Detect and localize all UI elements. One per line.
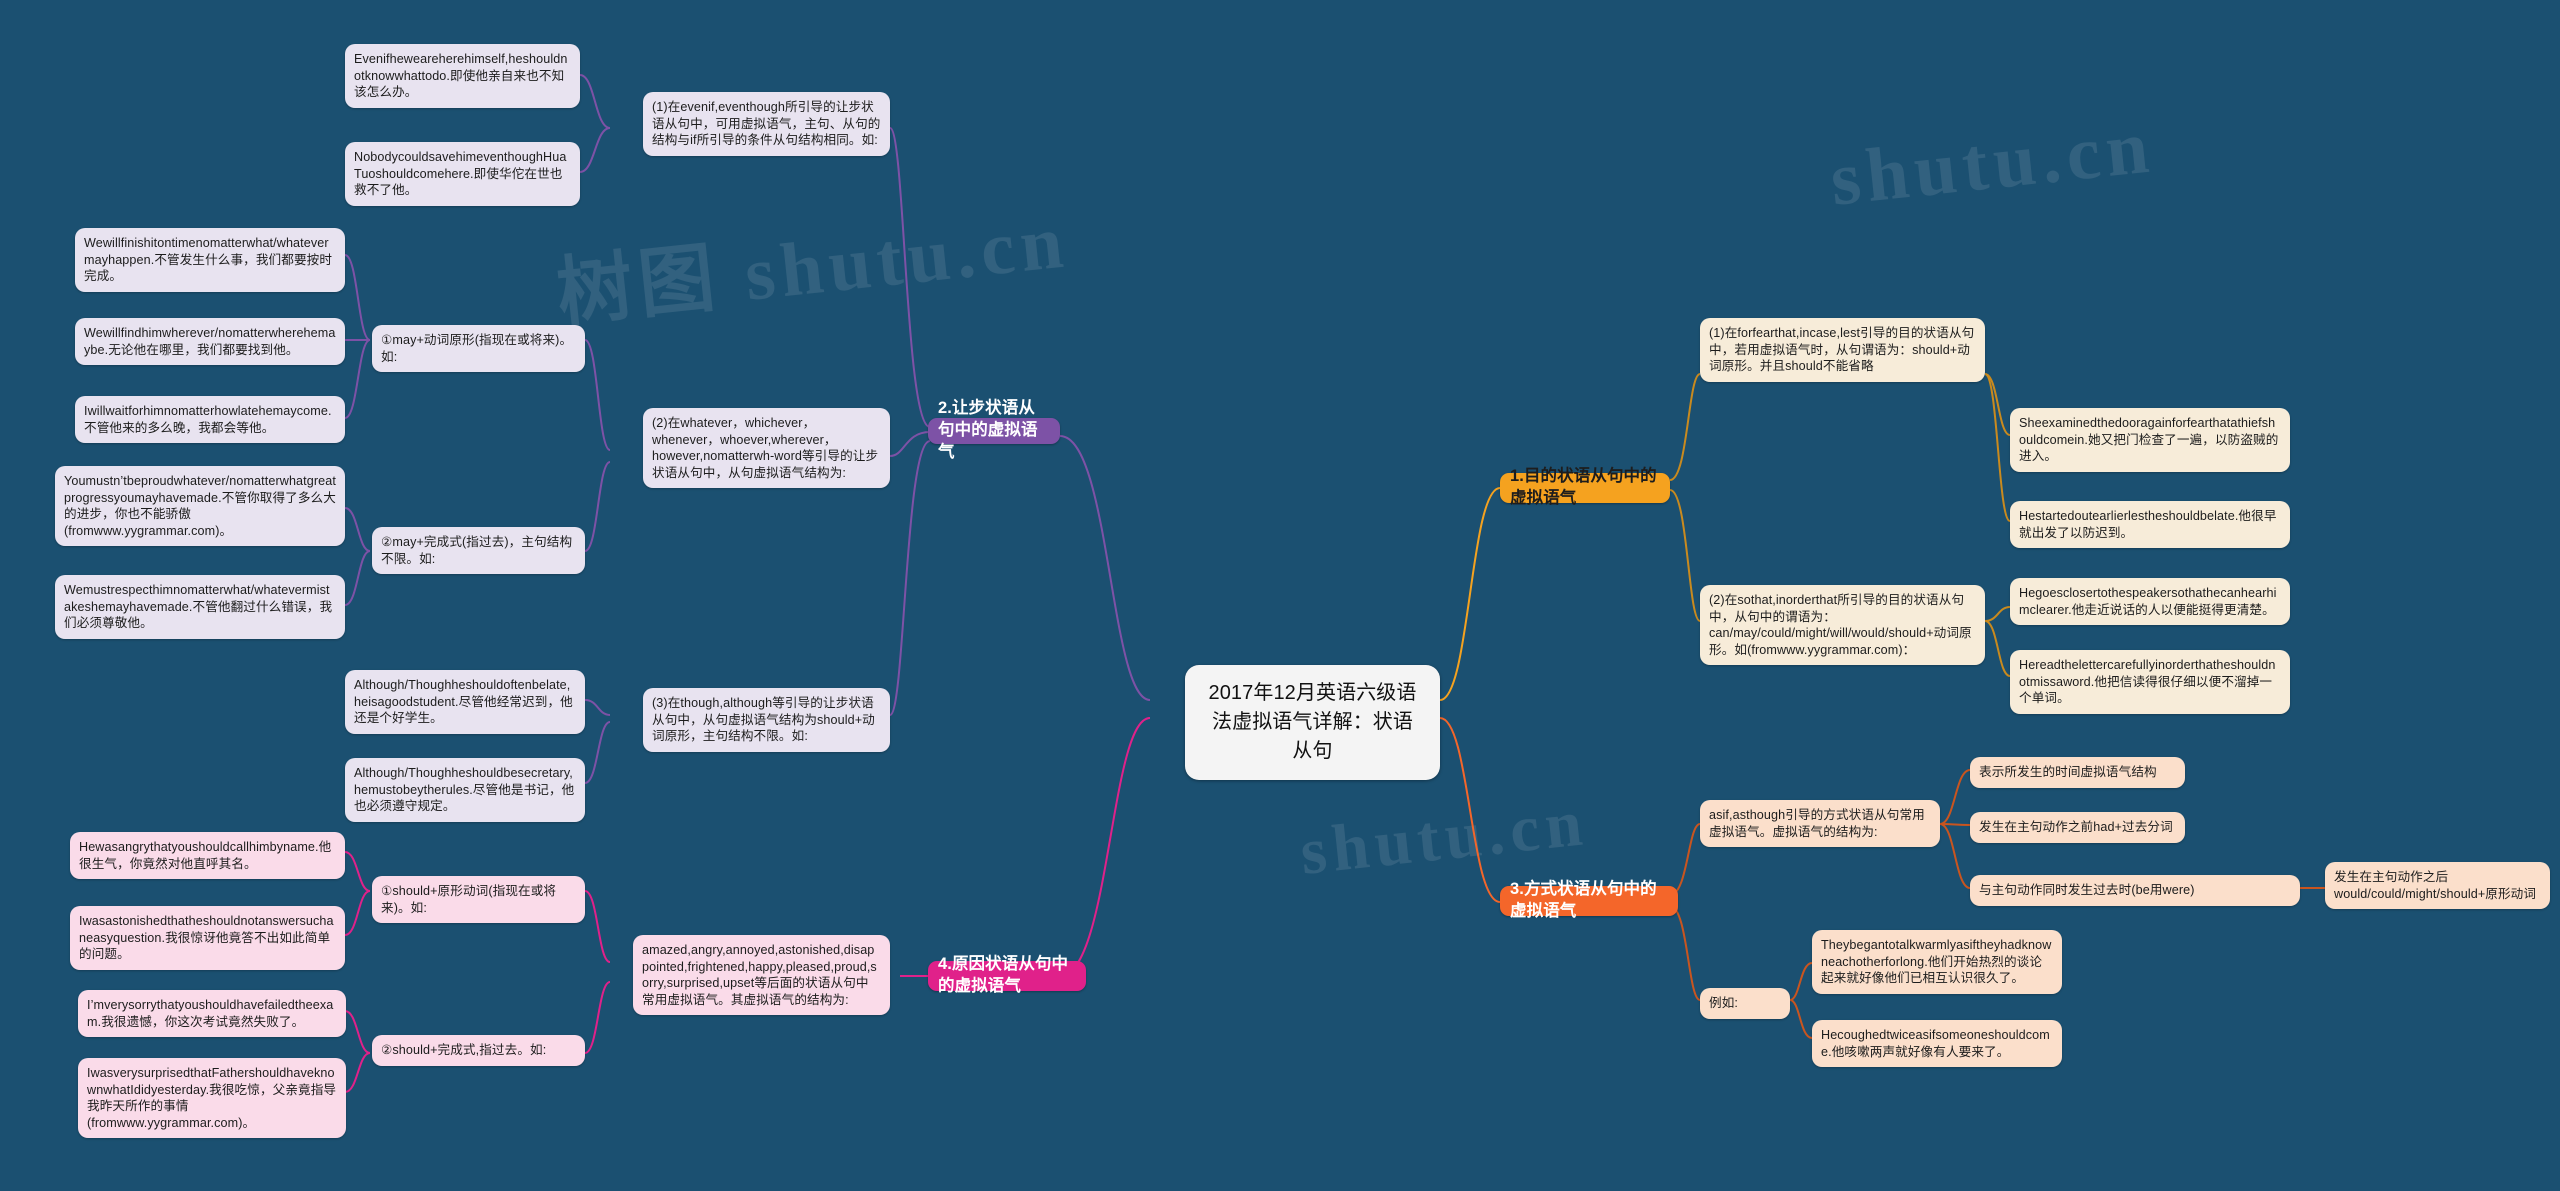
sub-node-b2-c2-may-perfect[interactable]: ②may+完成式(指过去)，主句结构不限。如: [372,527,585,575]
sub-node-b2-c2-may-base[interactable]: ①may+动词原形(指现在或将来)。如: [372,325,585,373]
leaf-node[interactable]: Sheexaminedthedooragainforfearthatathief… [2010,408,2290,472]
leaf-node[interactable]: Iwasastonishedthatheshouldnotanswersucha… [70,906,345,970]
branch-node-2-concessive[interactable]: 2.让步状语从句中的虚拟语气 [928,399,1060,461]
leaf-node[interactable]: Theybegantotalkwarmlyasiftheyhadknowneac… [1812,930,2062,994]
leaf-node[interactable]: 表示所发生的时间虚拟语气结构 [1970,757,2185,788]
watermark-left: 树图 shutu.cn [552,199,1073,337]
watermark-center: shutu.cn [1296,786,1592,889]
sub-node-b2-c1[interactable]: (1)在evenif,eventhough所引导的让步状语从句中，可用虚拟语气，… [643,92,890,156]
root-node[interactable]: 2017年12月英语六级语法虚拟语气详解：状语从句 [1185,665,1440,780]
watermark-right: shutu.cn [1826,104,2159,222]
sub-node-b1-c2[interactable]: (2)在sothat,inorderthat所引导的目的状语从句中，从句中的谓语… [1700,585,1985,666]
sub-node-b3-c1[interactable]: asif,asthough引导的方式状语从句常用虚拟语气。虚拟语气的结构为: [1700,800,1940,848]
leaf-node[interactable]: Iwillwaitforhimnomatterhowlatehemaycome.… [75,396,345,444]
leaf-node[interactable]: Wemustrespecthimnomatterwhat/whatevermis… [55,575,345,639]
sub-node-b2-c3[interactable]: (3)在though,although等引导的让步状语从句中，从句虚拟语气结构为… [643,688,890,752]
leaf-node[interactable]: Although/Thoughheshouldbesecretary,hemus… [345,758,585,822]
sub-node-b3-c2-example[interactable]: 例如: [1700,988,1790,1019]
leaf-node[interactable]: Hegoesclosertothespeakersothathecanhearh… [2010,578,2290,626]
sub-node-b2-c2[interactable]: (2)在whatever，whichever，whenever，whoever,… [643,408,890,489]
leaf-node[interactable]: NobodycouldsavehimeventhoughHuaTuoshould… [345,142,580,206]
branch-node-3-manner[interactable]: 3.方式状语从句中的虚拟语气 [1500,880,1678,920]
leaf-node[interactable]: Although/Thoughheshouldoftenbelate,heisa… [345,670,585,734]
leaf-node[interactable]: Hereadthelettercarefullyinorderthathesho… [2010,650,2290,714]
leaf-node[interactable]: 与主句动作同时发生过去时(be用were) [1970,875,2300,906]
branch-node-4-cause[interactable]: 4.原因状语从句中的虚拟语气 [928,955,1086,995]
leaf-node[interactable]: I’mverysorrythatyoushouldhavefailedtheex… [78,990,346,1038]
leaf-node[interactable]: Wewillfinishitontimenomatterwhat/whateve… [75,228,345,292]
leaf-node[interactable]: Hewasangrythatyoushouldcallhimbyname.他很生… [70,832,345,880]
sub-node-b4-c1[interactable]: amazed,angry,annoyed,astonished,disappoi… [633,935,890,1016]
sub-node-b4-should-base[interactable]: ①should+原形动词(指现在或将来)。如: [372,876,585,924]
leaf-node[interactable]: Wewillfindhimwherever/nomatterwherehemay… [75,318,345,366]
leaf-node[interactable]: Youmustn’tbeproudwhatever/nomatterwhatgr… [55,466,345,547]
leaf-node[interactable]: 发生在主句动作之前had+过去分词 [1970,812,2185,843]
branch-node-1-purpose[interactable]: 1.目的状语从句中的虚拟语气 [1500,467,1670,507]
sub-node-b1-c1[interactable]: (1)在forfearthat,incase,lest引导的目的状语从句中，若用… [1700,318,1985,382]
leaf-node[interactable]: Evenifheweareherehimself,heshouldnotknow… [345,44,580,108]
leaf-node[interactable]: Hestartedoutearlierlestheshouldbelate.他很… [2010,501,2290,549]
leaf-node[interactable]: Hecoughedtwiceasifsomeoneshouldcome.他咳嗽两… [1812,1020,2062,1068]
sub-node-b4-should-perfect[interactable]: ②should+完成式,指过去。如: [372,1035,585,1066]
leaf-node[interactable]: IwasverysurprisedthatFathershouldhavekno… [78,1058,346,1139]
leaf-node-deep[interactable]: 发生在主句动作之后would/could/might/should+原形动词 [2325,862,2550,910]
mindmap-canvas: 树图 shutu.cn shutu.cn shutu.cn 2017年12月英语… [0,0,2560,1191]
